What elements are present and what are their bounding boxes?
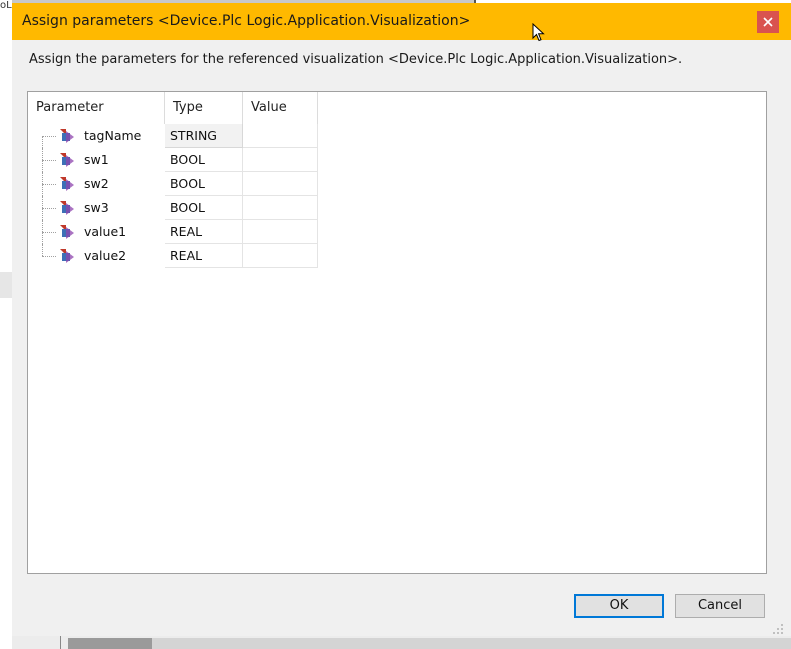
tree-connector: [42, 184, 56, 185]
parameter-table: Parameter Type Value tagName STRING sw1 …: [27, 91, 767, 574]
parameter-type: BOOL: [165, 172, 243, 196]
table-row[interactable]: tagName STRING: [28, 124, 318, 148]
column-header-type[interactable]: Type: [165, 92, 243, 124]
tree-connector: [42, 232, 56, 233]
parameter-value-cell[interactable]: [243, 148, 318, 172]
assign-parameters-dialog: Assign parameters <Device.Plc Logic.Appl…: [12, 3, 791, 636]
tree-connector: [42, 136, 43, 148]
dialog-titlebar[interactable]: Assign parameters <Device.Plc Logic.Appl…: [12, 3, 791, 42]
parameter-icon: [60, 129, 74, 143]
parameter-value-cell[interactable]: [243, 244, 318, 268]
parameter-type: BOOL: [165, 148, 243, 172]
ok-button[interactable]: OK: [574, 594, 664, 618]
table-row[interactable]: value1 REAL: [28, 220, 318, 244]
resize-grip-icon[interactable]: [772, 623, 784, 635]
dialog-title: Assign parameters <Device.Plc Logic.Appl…: [22, 13, 471, 29]
table-header: Parameter Type Value: [28, 92, 318, 125]
background-scrollbar-track[interactable]: [152, 638, 791, 649]
tree-connector: [42, 256, 56, 257]
tree-connector: [42, 244, 43, 256]
parameter-icon: [60, 249, 74, 263]
close-icon: [763, 17, 773, 27]
parameter-name: value2: [84, 248, 127, 263]
background-panel: [0, 272, 12, 298]
column-header-value[interactable]: Value: [243, 92, 318, 124]
parameter-type: REAL: [165, 220, 243, 244]
parameter-icon: [60, 201, 74, 215]
parameter-value-cell[interactable]: [243, 220, 318, 244]
tree-connector: [42, 136, 56, 137]
parameter-icon: [60, 153, 74, 167]
parameter-icon: [60, 225, 74, 239]
close-button[interactable]: [757, 11, 779, 33]
parameter-value-cell[interactable]: [243, 196, 318, 220]
parameter-type: REAL: [165, 244, 243, 268]
table-row[interactable]: sw3 BOOL: [28, 196, 318, 220]
background-scrollbar-thumb[interactable]: [68, 638, 152, 649]
parameter-name: sw1: [84, 152, 109, 167]
parameter-type: BOOL: [165, 196, 243, 220]
table-row[interactable]: sw1 BOOL: [28, 148, 318, 172]
background-fragment-text: oL: [0, 0, 12, 11]
parameter-name: tagName: [84, 128, 142, 143]
background-divider: [60, 636, 61, 649]
parameter-value-cell[interactable]: [243, 124, 318, 148]
tree-connector: [42, 208, 56, 209]
column-header-parameter[interactable]: Parameter: [28, 92, 165, 124]
cancel-button[interactable]: Cancel: [675, 594, 765, 618]
dialog-description: Assign the parameters for the referenced…: [29, 52, 683, 67]
mouse-cursor-icon: [532, 23, 545, 42]
parameter-name: value1: [84, 224, 127, 239]
parameter-icon: [60, 177, 74, 191]
table-row[interactable]: value2 REAL: [28, 244, 318, 268]
parameter-type: STRING: [165, 124, 243, 148]
parameter-name: sw3: [84, 200, 109, 215]
parameter-value-cell[interactable]: [243, 172, 318, 196]
tree-connector: [42, 160, 56, 161]
parameter-name: sw2: [84, 176, 109, 191]
table-row[interactable]: sw2 BOOL: [28, 172, 318, 196]
